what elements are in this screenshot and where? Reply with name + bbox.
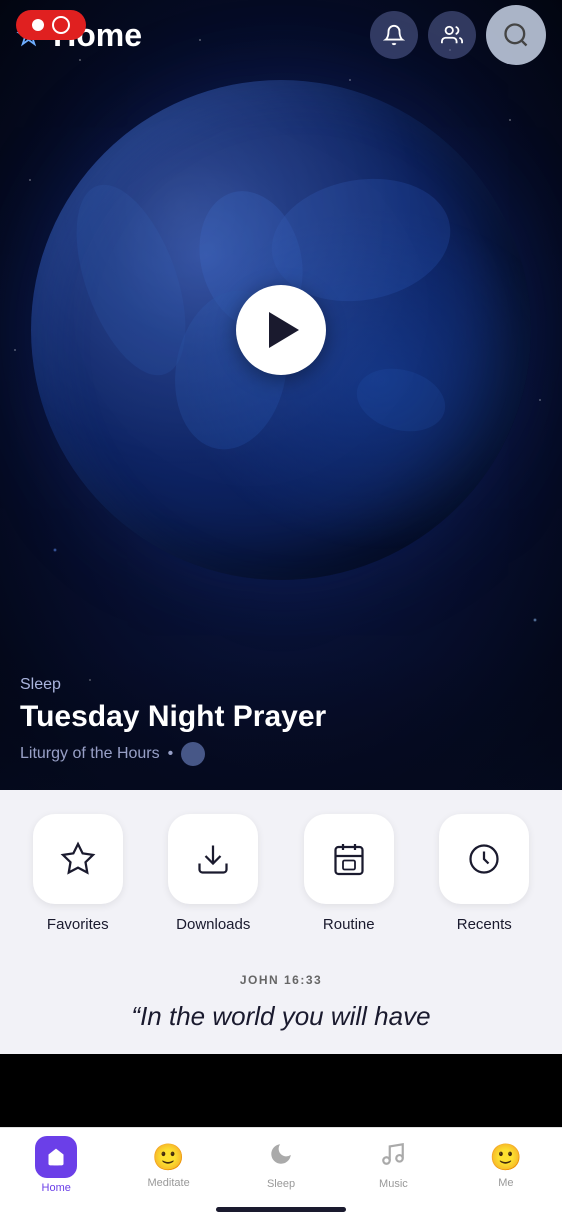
progress-indicator: [181, 742, 205, 766]
download-icon: [195, 841, 231, 877]
content-subtitle: Liturgy of the Hours •: [20, 742, 542, 766]
community-button[interactable]: [428, 11, 476, 59]
favorites-label: Favorites: [47, 916, 109, 933]
home-indicator: [216, 1207, 346, 1212]
home-nav-label: Home: [42, 1182, 71, 1194]
header-actions: [370, 5, 546, 65]
sleep-nav-label: Sleep: [267, 1178, 295, 1190]
routine-icon-box: [304, 814, 394, 904]
me-nav-label: Me: [498, 1177, 513, 1189]
content-title: Tuesday Night Prayer: [20, 700, 542, 734]
downloads-label: Downloads: [176, 916, 250, 933]
search-moon-button[interactable]: [486, 5, 546, 65]
downloads-item[interactable]: Downloads: [152, 814, 276, 933]
hero-content: Sleep Tuesday Night Prayer Liturgy of th…: [0, 656, 562, 790]
verse-reference: JOHN 16:33: [20, 973, 542, 987]
globe-container: [31, 80, 531, 580]
nav-music[interactable]: Music: [337, 1141, 449, 1190]
hero-section: ☆ Home: [0, 0, 562, 790]
verse-section: JOHN 16:33 “In the world you will have: [0, 949, 562, 1054]
favorites-icon-box: [33, 814, 123, 904]
me-icon: 🙂: [490, 1142, 522, 1173]
recents-label: Recents: [457, 916, 512, 933]
content-category: Sleep: [20, 676, 542, 694]
nav-me[interactable]: 🙂 Me: [450, 1142, 562, 1189]
rec-icon: [52, 16, 70, 34]
nav-home[interactable]: Home: [0, 1136, 112, 1194]
recents-item[interactable]: Recents: [423, 814, 547, 933]
recents-icon-box: [439, 814, 529, 904]
music-icon: [380, 1141, 406, 1174]
rec-dot: [32, 19, 44, 31]
meditate-nav-label: Meditate: [148, 1177, 190, 1189]
home-icon: [35, 1136, 77, 1178]
bottom-navigation: Home 🙂 Meditate Sleep Music 🙂 Me: [0, 1127, 562, 1218]
header-nav: ☆ Home: [0, 0, 562, 70]
sleep-icon: [268, 1141, 294, 1174]
star-icon: [60, 841, 96, 877]
play-button[interactable]: [236, 285, 326, 375]
calendar-icon: [331, 841, 367, 877]
routine-item[interactable]: Routine: [287, 814, 411, 933]
favorites-item[interactable]: Favorites: [16, 814, 140, 933]
nav-meditate[interactable]: 🙂 Meditate: [112, 1142, 224, 1189]
downloads-icon-box: [168, 814, 258, 904]
clock-icon: [466, 841, 502, 877]
nav-sleep[interactable]: Sleep: [225, 1141, 337, 1190]
recording-button[interactable]: [16, 10, 86, 40]
play-icon: [269, 312, 299, 348]
routine-label: Routine: [323, 916, 375, 933]
meditate-icon: 🙂: [152, 1142, 184, 1173]
verse-text: “In the world you will have: [20, 999, 542, 1034]
notifications-button[interactable]: [370, 11, 418, 59]
music-nav-label: Music: [379, 1178, 408, 1190]
quick-access-section: Favorites Downloads Routine: [0, 790, 562, 949]
